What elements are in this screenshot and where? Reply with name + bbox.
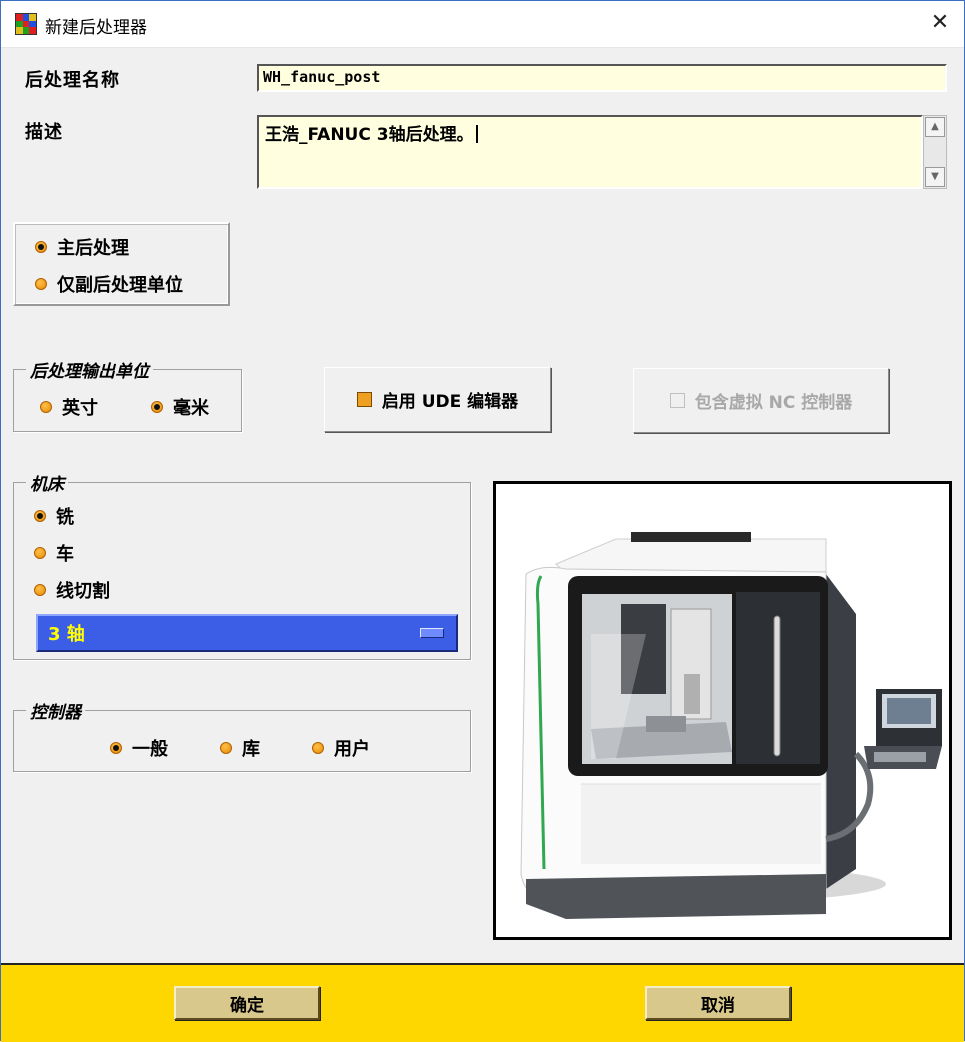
name-input[interactable]: WH_fanuc_post: [257, 64, 947, 92]
radio-dot-icon: [312, 742, 324, 754]
virtual-nc-button-label: 包含虚拟 NC 控制器: [694, 393, 853, 413]
radio-dot-icon: [34, 510, 46, 522]
machine-group: 机床 铣 车 线切割 3 轴: [13, 470, 471, 660]
radio-inch[interactable]: 英寸: [40, 394, 98, 420]
radio-dot-icon: [40, 401, 52, 413]
radio-label: 主后处理: [57, 238, 129, 259]
close-icon[interactable]: ✕: [922, 5, 958, 41]
app-grid-icon: [15, 13, 37, 35]
radio-label: 毫米: [173, 398, 209, 419]
output-units-group: 后处理输出单位 英寸 毫米: [13, 357, 242, 432]
cnc-machine-illustration: [520, 532, 942, 919]
axis-value: 3 轴: [48, 624, 85, 645]
window-title: 新建后处理器: [45, 18, 147, 38]
ok-button[interactable]: 确定: [174, 986, 320, 1020]
axis-option-menu[interactable]: 3 轴: [36, 614, 458, 652]
radio-label: 一般: [132, 739, 168, 760]
radio-label: 用户: [334, 739, 370, 760]
radio-mm[interactable]: 毫米: [151, 394, 209, 420]
radio-dot-icon: [110, 742, 122, 754]
machine-title: 机床: [26, 470, 68, 495]
radio-dot-icon: [35, 241, 47, 253]
radio-dot-icon: [34, 547, 46, 559]
radio-dot-icon: [35, 278, 47, 290]
radio-dot-icon: [151, 401, 163, 413]
radio-dot-icon: [34, 584, 46, 596]
enable-ude-editor-button[interactable]: 启用 UDE 编辑器: [324, 367, 551, 432]
output-units-title: 后处理输出单位: [26, 357, 153, 382]
radio-dot-icon: [220, 742, 232, 754]
option-menu-indicator-icon: [420, 628, 444, 638]
radio-sub-post-only[interactable]: 仅副后处理单位: [35, 271, 183, 297]
radio-label: 线切割: [56, 581, 110, 602]
controller-group: 控制器 一般 库 用户: [13, 698, 471, 772]
scroll-down-icon[interactable]: ▼: [925, 167, 945, 187]
radio-generic[interactable]: 一般: [110, 735, 168, 761]
radio-user[interactable]: 用户: [312, 735, 370, 761]
machine-tool-image: [493, 481, 952, 940]
dialog-footer: 确定 取消: [1, 963, 964, 1042]
post-type-panel: 主后处理 仅副后处理单位: [13, 222, 230, 306]
scroll-up-icon[interactable]: ▲: [925, 117, 945, 137]
radio-label: 库: [242, 739, 260, 760]
description-text: 王浩_FANUC 3轴后处理。: [265, 125, 474, 145]
cancel-button[interactable]: 取消: [645, 986, 791, 1020]
radio-library[interactable]: 库: [220, 735, 260, 761]
radio-label: 铣: [56, 507, 74, 528]
radio-lathe[interactable]: 车: [34, 540, 74, 566]
description-scrollbar[interactable]: ▲ ▼: [923, 115, 947, 189]
radio-label: 仅副后处理单位: [57, 275, 183, 296]
radio-label: 车: [56, 544, 74, 565]
checkbox-icon: [669, 393, 685, 408]
ude-button-label: 启用 UDE 编辑器: [381, 392, 519, 412]
checkbox-icon: [356, 392, 372, 407]
include-virtual-nc-controller-button[interactable]: 包含虚拟 NC 控制器: [633, 368, 889, 433]
title-bar: 新建后处理器 ✕: [1, 1, 964, 48]
controller-title: 控制器: [26, 698, 85, 723]
text-caret: [475, 125, 478, 143]
name-label: 后处理名称: [25, 70, 120, 91]
radio-main-post[interactable]: 主后处理: [35, 234, 129, 260]
description-label: 描述: [25, 122, 63, 143]
new-postprocessor-dialog: 新建后处理器 ✕ 后处理名称 WH_fanuc_post 描述 王浩_FANUC…: [0, 0, 965, 1042]
radio-label: 英寸: [62, 398, 98, 419]
radio-mill[interactable]: 铣: [34, 503, 74, 529]
description-input[interactable]: 王浩_FANUC 3轴后处理。: [257, 115, 923, 189]
radio-wire-edm[interactable]: 线切割: [34, 577, 110, 603]
